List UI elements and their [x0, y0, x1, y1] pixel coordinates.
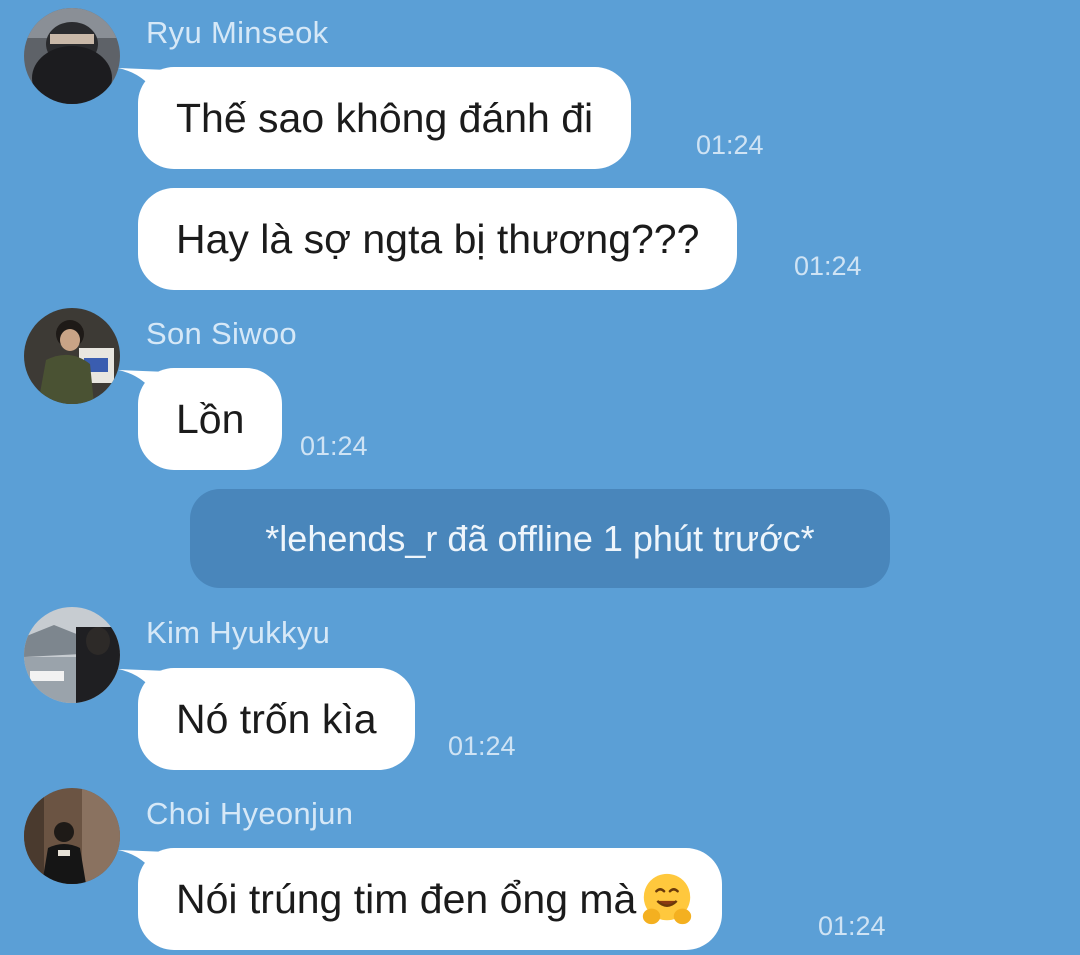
message-timestamp: 01:24 [448, 731, 516, 761]
message-text: Thế sao không đánh đi [176, 94, 594, 141]
sender-name: Kim Hyukkyu [146, 615, 331, 650]
sender-name: Ryu Minseok [146, 15, 329, 50]
message-bubble[interactable]: Hay là sợ ngta bị thương??? [138, 188, 738, 290]
message-bubble[interactable]: Lồn [138, 368, 283, 470]
message-text: Lồn [176, 395, 245, 442]
message-bubble[interactable]: Nó trốn kìa [138, 668, 415, 770]
message-timestamp: 01:24 [818, 911, 886, 941]
message-bubble[interactable]: Thế sao không đánh đi [138, 67, 632, 169]
message-bubble[interactable]: Nói trúng tim đen ổng mà [138, 848, 723, 950]
message-text: Nó trốn kìa [176, 695, 377, 742]
message-timestamp: 01:24 [794, 251, 862, 281]
system-message: *lehends_r đã offline 1 phút trước* [190, 489, 890, 588]
message-text: Hay là sợ ngta bị thương??? [176, 215, 700, 262]
sender-name: Son Siwoo [146, 316, 297, 351]
avatar-choi-hyeonjun[interactable] [24, 788, 120, 884]
avatar-son-siwoo[interactable] [24, 308, 120, 404]
sender-name: Choi Hyeonjun [146, 796, 354, 831]
system-message-text: *lehends_r đã offline 1 phút trước* [265, 517, 815, 559]
avatar-ryu-minseok[interactable] [24, 8, 120, 104]
message-text: Nói trúng tim đen ổng mà [176, 875, 637, 922]
hugging-face-icon [643, 873, 692, 925]
avatar-kim-hyukkyu[interactable] [24, 607, 120, 703]
message-timestamp: 01:24 [696, 130, 764, 160]
message-timestamp: 01:24 [300, 431, 368, 461]
